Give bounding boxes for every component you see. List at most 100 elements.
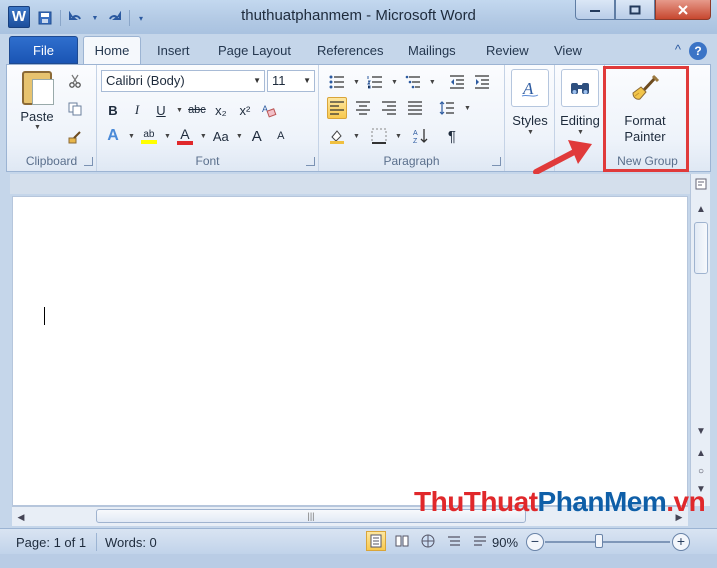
scroll-down-icon[interactable]: ▼ (693, 424, 709, 440)
zoom-slider-thumb[interactable] (595, 534, 603, 548)
strikethrough-button[interactable]: abc (187, 99, 207, 121)
minimize-ribbon-icon[interactable]: ^ (675, 42, 681, 60)
format-painter-small-icon[interactable] (65, 127, 85, 147)
web-layout-view-icon[interactable] (418, 531, 438, 551)
paste-button[interactable]: Paste ▼ (15, 71, 59, 131)
bullets-icon[interactable] (327, 71, 347, 93)
grow-font-button[interactable]: A (247, 125, 267, 147)
document-page[interactable] (12, 196, 688, 506)
justify-button[interactable] (405, 97, 425, 119)
redo-icon[interactable] (105, 9, 123, 27)
text-effects-icon[interactable]: A (103, 125, 123, 147)
borders-dropdown-icon[interactable]: ▼ (395, 133, 402, 140)
decrease-indent-icon[interactable] (447, 71, 467, 93)
font-name-dropdown-icon[interactable]: ▼ (253, 71, 261, 91)
font-size-combo[interactable]: 11 ▼ (267, 70, 315, 92)
show-formatting-button[interactable]: ¶ (442, 125, 462, 147)
tab-view[interactable]: View (554, 42, 582, 64)
styles-icon: A (511, 69, 549, 107)
word-logo-icon[interactable]: W (8, 6, 30, 28)
multilevel-dropdown-icon[interactable]: ▼ (429, 79, 436, 86)
bullets-dropdown-icon[interactable]: ▼ (353, 79, 360, 86)
word-count-status[interactable]: Words: 0 (105, 535, 157, 550)
font-name-combo[interactable]: Calibri (Body) ▼ (101, 70, 265, 92)
help-icon[interactable]: ? (689, 42, 707, 60)
ribbon-controls: ^ ? (675, 42, 707, 60)
italic-button[interactable]: I (127, 99, 147, 121)
scroll-left-icon[interactable]: ◀ (14, 509, 28, 525)
paragraph-launcher-icon[interactable] (492, 157, 501, 166)
print-layout-view-icon[interactable] (366, 531, 386, 551)
borders-icon[interactable] (369, 125, 389, 147)
maximize-button[interactable] (615, 0, 655, 20)
align-left-button[interactable] (327, 97, 347, 119)
text-effects-dropdown-icon[interactable]: ▼ (128, 133, 135, 140)
zoom-level-status[interactable]: 90% (492, 535, 518, 550)
previous-page-icon[interactable]: ▲ (693, 446, 709, 462)
font-color-dropdown-icon[interactable]: ▼ (200, 133, 207, 140)
outline-view-icon[interactable] (444, 531, 464, 551)
paste-dropdown-icon: ▼ (34, 124, 41, 131)
superscript-button[interactable]: x² (235, 99, 255, 121)
ruler-toggle-icon[interactable] (693, 178, 709, 194)
page-count-status[interactable]: Page: 1 of 1 (16, 535, 86, 550)
line-spacing-dropdown-icon[interactable]: ▼ (464, 105, 471, 112)
increase-indent-icon[interactable] (472, 71, 492, 93)
bold-button[interactable]: B (103, 99, 123, 121)
align-center-button[interactable] (353, 97, 373, 119)
font-size-dropdown-icon[interactable]: ▼ (303, 71, 311, 91)
tab-mailings[interactable]: Mailings (408, 42, 456, 64)
numbering-dropdown-icon[interactable]: ▼ (391, 79, 398, 86)
shading-icon[interactable] (327, 125, 347, 147)
font-format-row: B I U ▼ abc x₂ x² A (103, 99, 279, 121)
tab-insert[interactable]: Insert (157, 42, 190, 64)
undo-icon[interactable] (67, 9, 85, 27)
draft-view-icon[interactable] (470, 531, 490, 551)
undo-dropdown-icon[interactable]: ▼ (91, 9, 99, 27)
tab-file[interactable]: File (9, 36, 78, 64)
tab-page-layout[interactable]: Page Layout (218, 42, 291, 64)
line-spacing-icon[interactable] (437, 97, 457, 119)
customize-qat-icon[interactable]: ▾ (136, 9, 146, 27)
zoom-slider[interactable] (545, 541, 670, 543)
format-painter-highlight-box (603, 66, 689, 172)
minimize-button[interactable] (575, 0, 615, 20)
shading-dropdown-icon[interactable]: ▼ (353, 133, 360, 140)
highlight-dropdown-icon[interactable]: ▼ (164, 133, 171, 140)
subscript-button[interactable]: x₂ (211, 99, 231, 121)
change-case-button[interactable]: Aa (211, 125, 231, 147)
close-button[interactable] (655, 0, 711, 20)
clear-formatting-icon[interactable]: A (259, 99, 279, 121)
clipboard-launcher-icon[interactable] (84, 157, 93, 166)
copy-icon[interactable] (65, 99, 85, 119)
multilevel-list-icon[interactable] (403, 71, 423, 93)
full-screen-reading-view-icon[interactable] (392, 531, 412, 551)
tab-review[interactable]: Review (486, 42, 529, 64)
align-right-button[interactable] (379, 97, 399, 119)
vertical-scroll-thumb[interactable] (694, 222, 708, 274)
quick-access-toolbar: ▼ ▾ (36, 8, 146, 28)
shrink-font-button[interactable]: A (271, 125, 291, 147)
group-clipboard: Paste ▼ Clipboard (7, 65, 97, 171)
font-launcher-icon[interactable] (306, 157, 315, 166)
scroll-up-icon[interactable]: ▲ (693, 202, 709, 218)
tab-home[interactable]: Home (83, 36, 141, 65)
editing-button[interactable]: Editing ▼ (559, 69, 601, 136)
tab-references[interactable]: References (317, 42, 383, 64)
numbering-icon[interactable] (365, 71, 385, 93)
browse-object-icon[interactable]: ○ (693, 464, 709, 480)
qat-separator (60, 10, 61, 26)
zoom-in-button[interactable]: + (672, 533, 690, 551)
cut-icon[interactable] (65, 71, 85, 91)
underline-button[interactable]: U (151, 99, 171, 121)
font-color-button[interactable]: A (175, 125, 195, 147)
change-case-dropdown-icon[interactable]: ▼ (236, 133, 243, 140)
styles-button[interactable]: A Styles ▼ (509, 69, 551, 136)
sort-icon[interactable]: AZ (411, 125, 431, 147)
underline-dropdown-icon[interactable]: ▼ (176, 107, 183, 114)
highlight-color-button[interactable]: ab (139, 125, 159, 147)
vertical-scrollbar[interactable]: ▲ ▼ ▲ ○ ▼ (690, 174, 710, 506)
zoom-out-button[interactable]: − (526, 533, 544, 551)
title-bar: W ▼ ▾ thuthuatphanmem - Microsoft Word (0, 0, 717, 34)
save-icon[interactable] (36, 9, 54, 27)
